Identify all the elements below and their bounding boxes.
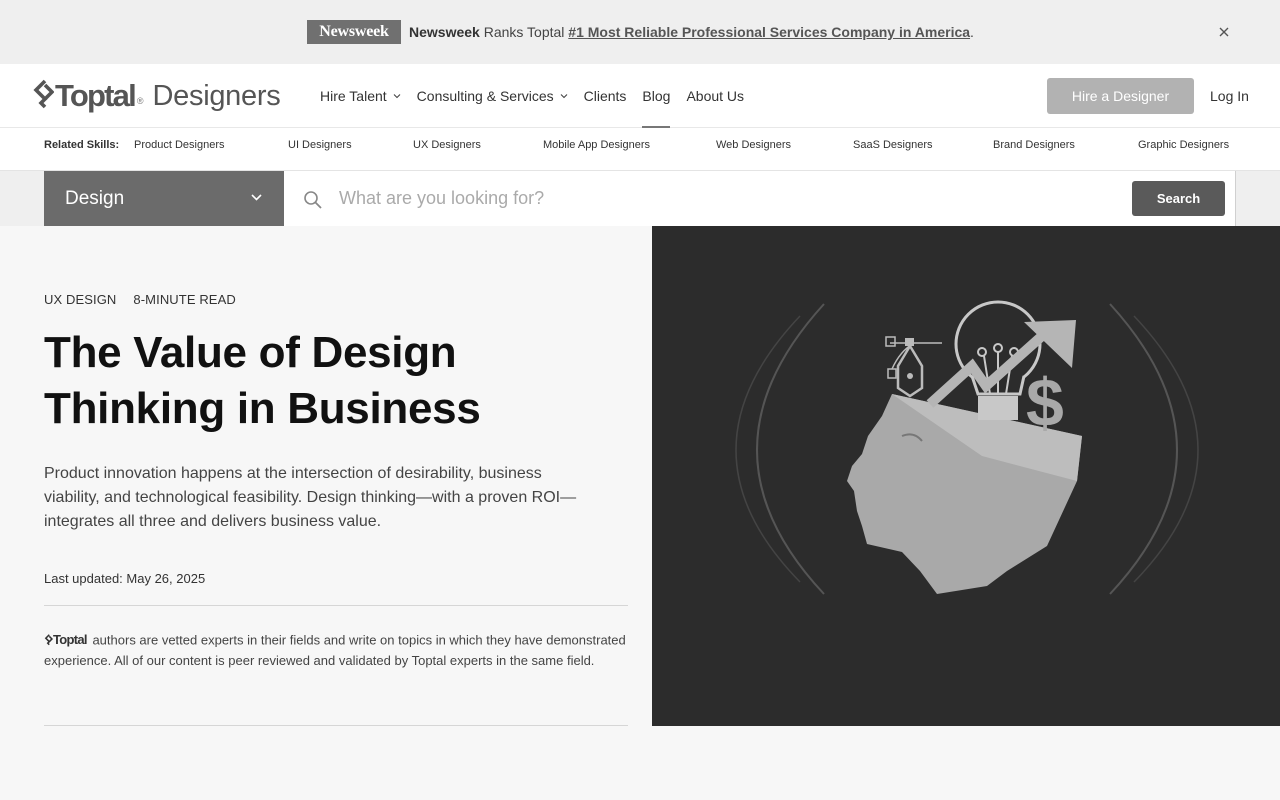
toptal-designers-logo[interactable]: Toptal ® Designers <box>32 78 281 114</box>
login-link[interactable]: Log In <box>1210 88 1249 104</box>
nav-label: Consulting & Services <box>416 88 554 104</box>
nav-label: Blog <box>642 88 671 104</box>
announcement-brand: Newsweek <box>409 24 480 40</box>
announcement-content: Newsweek Newsweek Ranks Toptal #1 Most R… <box>307 20 974 44</box>
logo-registered: ® <box>136 96 144 106</box>
divider <box>44 605 628 606</box>
nav-label: Clients <box>583 88 627 104</box>
vetted-text: authors are vetted experts in their fiel… <box>44 632 626 668</box>
announcement-text: Newsweek Ranks Toptal #1 Most Reliable P… <box>409 24 974 40</box>
skill-link[interactable]: Brand Designers <box>993 139 1075 151</box>
related-skills-bar: Related Skills: Product Designers UI Des… <box>0 128 1280 171</box>
skill-link[interactable]: Graphic Designers <box>1138 139 1229 151</box>
chevron-down-icon <box>393 94 401 99</box>
category-value: Design <box>65 187 125 209</box>
search-box: Search <box>284 171 1236 226</box>
search-icon <box>304 191 322 209</box>
article-read-time: 8-MINUTE READ <box>133 292 236 307</box>
announcement-bar: Newsweek Newsweek Ranks Toptal #1 Most R… <box>0 0 1280 64</box>
article-lede: Product innovation happens at the inters… <box>44 465 577 530</box>
logo-subtitle: Designers <box>152 79 281 112</box>
nav-blog[interactable]: Blog <box>642 64 671 128</box>
nav-about-us[interactable]: About Us <box>686 64 744 128</box>
nav-consulting-services[interactable]: Consulting & Services <box>417 64 568 128</box>
announcement-link[interactable]: #1 Most Reliable Professional Services C… <box>568 24 970 40</box>
article-meta: UX DESIGN 8-MINUTE READ <box>44 292 236 307</box>
last-updated: Last updated: May 26, 2025 <box>44 571 206 586</box>
head-lightbulb-illustration: $ <box>735 300 1199 595</box>
announcement-suffix: . <box>970 24 974 40</box>
skill-link[interactable]: Product Designers <box>134 139 225 151</box>
site-header: Toptal ® Designers Hire Talent Consultin… <box>0 64 1280 128</box>
skill-link[interactable]: Mobile App Designers <box>543 139 650 151</box>
toptal-mini-logo: Toptal <box>44 630 88 650</box>
article-category[interactable]: UX DESIGN <box>44 292 116 307</box>
close-icon[interactable] <box>1214 22 1234 42</box>
nav-label: About Us <box>686 88 745 104</box>
nav-label: Hire Talent <box>320 88 387 104</box>
announcement-body: Ranks Toptal <box>479 24 569 40</box>
nav-hire-talent[interactable]: Hire Talent <box>320 64 401 128</box>
vetted-note: Toptal authors are vetted experts in the… <box>44 630 628 671</box>
toptal-mark-icon <box>33 79 54 109</box>
skill-link[interactable]: Web Designers <box>716 139 791 151</box>
skill-link[interactable]: SaaS Designers <box>853 139 933 151</box>
article-title: The Value of Design Thinking in Business <box>44 328 481 433</box>
search-input[interactable] <box>339 183 1119 213</box>
newsweek-logo: Newsweek <box>307 20 401 44</box>
svg-text:$: $ <box>1026 365 1064 441</box>
related-skills-label: Related Skills: <box>44 139 120 151</box>
chevron-down-icon <box>560 94 568 99</box>
search-strip: Design Search <box>0 171 1280 226</box>
chevron-down-icon <box>251 194 262 201</box>
main-nav: Hire Talent Consulting & Services Client… <box>320 64 744 128</box>
logo-wordmark: Toptal <box>55 78 137 113</box>
toptal-mark-icon <box>44 633 53 645</box>
hire-designer-button[interactable]: Hire a Designer <box>1047 78 1194 114</box>
skill-link[interactable]: UI Designers <box>288 139 352 151</box>
nav-clients[interactable]: Clients <box>584 64 627 128</box>
hero-image: $ <box>652 226 1280 726</box>
search-button[interactable]: Search <box>1132 181 1225 216</box>
skill-link[interactable]: UX Designers <box>413 139 481 151</box>
divider <box>44 725 628 726</box>
category-select[interactable]: Design <box>44 171 284 226</box>
mini-logo-word: Toptal <box>53 632 88 647</box>
